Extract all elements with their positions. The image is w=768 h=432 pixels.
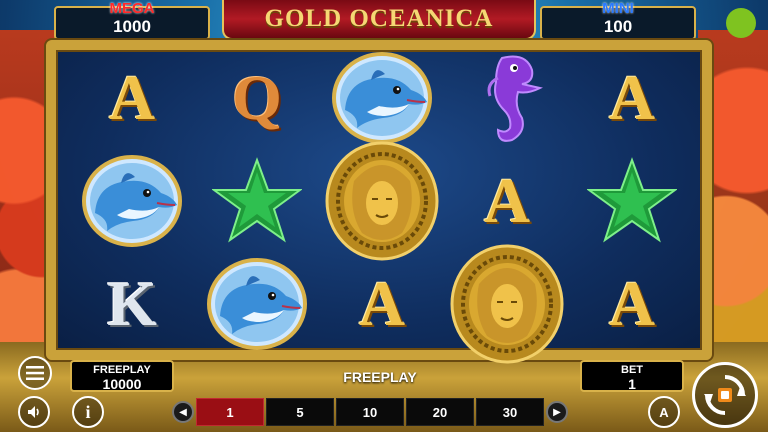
symbol-a: A — [70, 48, 194, 148]
mini-jackpot: MINI 100 — [540, 0, 696, 40]
mega-jackpot: MEGA 1000 — [54, 0, 210, 40]
symbol-dolphin — [70, 151, 194, 251]
symbol-gold-medallion — [445, 244, 569, 364]
bet-panel: BET 1 — [580, 360, 684, 392]
spin-icon — [704, 375, 746, 415]
symbol-letter-a: A — [608, 268, 656, 339]
symbol-letter-q: Q — [232, 62, 282, 133]
hamburger-icon — [26, 366, 44, 380]
lines-option-1[interactable]: 1 — [196, 398, 264, 426]
speaker-icon — [28, 406, 39, 418]
symbol-dolphin — [195, 254, 319, 354]
symbol-letter-a: A — [358, 268, 406, 339]
sound-button[interactable] — [18, 396, 50, 428]
game-title: GOLD OCEANICA — [264, 5, 494, 32]
symbol-dolphin — [320, 48, 444, 148]
lines-prev-button[interactable]: ◀ — [172, 401, 194, 423]
chevron-right-icon: ▶ — [553, 406, 561, 418]
status-indicator — [726, 8, 756, 38]
symbol-starfish — [195, 151, 319, 251]
symbol-letter-a: A — [608, 62, 656, 133]
autoplay-icon: A — [659, 404, 669, 420]
symbol-k: K — [70, 254, 194, 354]
lines-option-20[interactable]: 20 — [406, 398, 474, 426]
symbol-letter-k: K — [107, 268, 157, 339]
symbol-a: A — [445, 151, 569, 251]
symbol-q: Q — [195, 48, 319, 148]
game-logo: GOLD OCEANICA — [222, 0, 536, 40]
symbol-letter-a: A — [108, 62, 156, 133]
symbol-letter-a: A — [483, 165, 531, 236]
symbol-gold-medallion — [320, 141, 444, 261]
menu-button[interactable] — [18, 356, 52, 390]
symbol-starfish — [570, 151, 694, 251]
lines-option-5[interactable]: 5 — [266, 398, 334, 426]
autoplay-button[interactable]: A — [648, 396, 680, 428]
bet-label: BET — [621, 364, 643, 376]
bet-value: 1 — [628, 376, 636, 392]
symbol-a: A — [570, 48, 694, 148]
symbol-a: A — [570, 254, 694, 354]
lines-option-10[interactable]: 10 — [336, 398, 404, 426]
symbol-seahorse — [445, 48, 569, 148]
freeplay-credit-label: FREEPLAY — [93, 364, 151, 376]
freeplay-credit-value: 10000 — [102, 376, 142, 392]
lines-next-button[interactable]: ▶ — [546, 401, 568, 423]
symbol-a: A — [320, 254, 444, 354]
mega-jackpot-label: MEGA — [109, 0, 155, 17]
spin-button[interactable] — [692, 362, 758, 428]
info-button[interactable]: i — [72, 396, 104, 428]
lines-selector: ◀ 1 5 10 20 30 ▶ — [172, 397, 608, 427]
mega-jackpot-value: 1000 — [113, 17, 151, 36]
freeplay-status-text: FREEPLAY — [343, 369, 417, 385]
reels-grid: A K Q A A A A — [70, 48, 694, 364]
mini-jackpot-value: 100 — [603, 17, 633, 36]
chevron-left-icon: ◀ — [179, 406, 187, 418]
lines-option-30[interactable]: 30 — [476, 398, 544, 426]
freeplay-credit-panel: FREEPLAY 10000 — [70, 360, 174, 392]
info-icon: i — [85, 401, 91, 422]
mini-jackpot-label: MINI — [602, 0, 634, 17]
